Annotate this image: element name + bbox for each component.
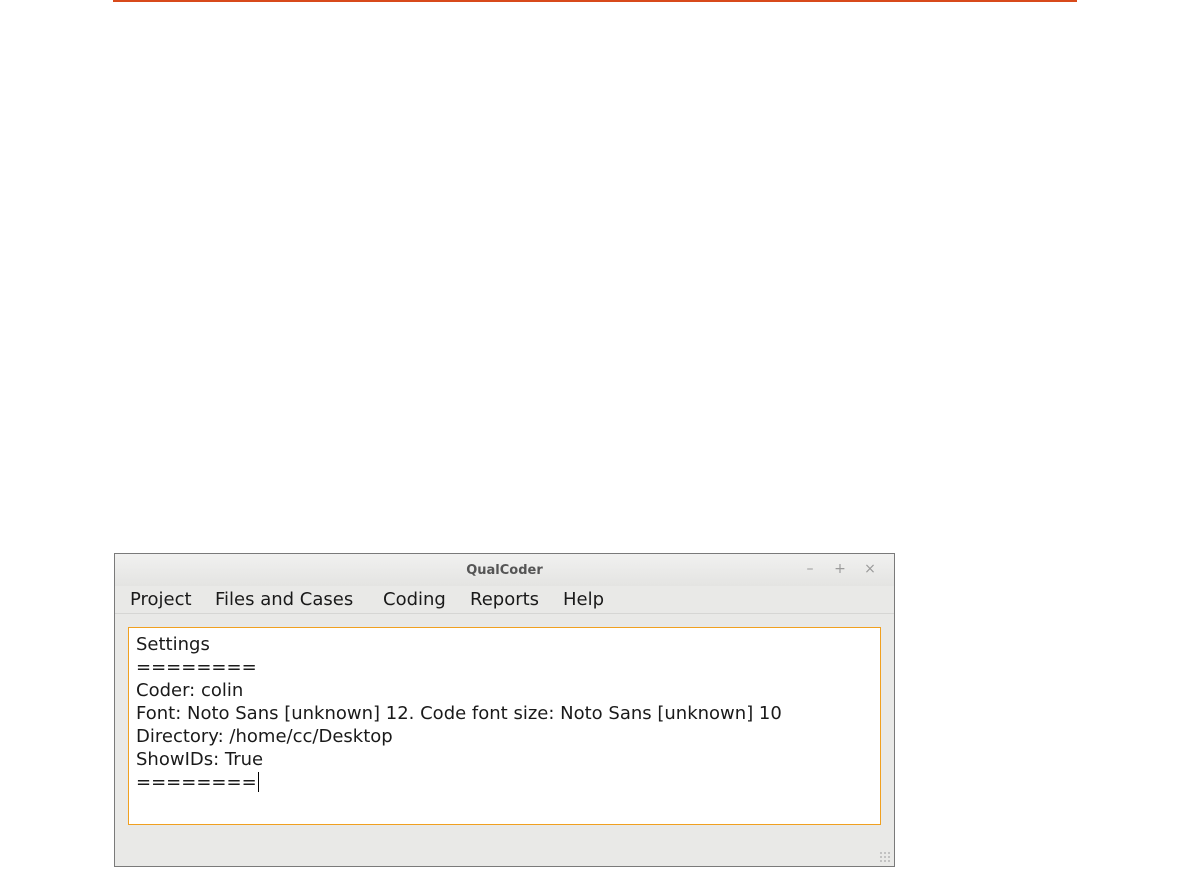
minimize-button[interactable]: – [803, 561, 817, 577]
text-caret [257, 772, 259, 792]
editor-line-directory: Directory: /home/cc/Desktop [136, 726, 393, 747]
qualcoder-window: QualCoder – + × Project Files and Cases … [114, 553, 895, 867]
editor-line-settings: Settings [136, 634, 210, 655]
resize-grip-icon[interactable] [879, 851, 891, 863]
menu-files-and-cases[interactable]: Files and Cases [215, 589, 353, 610]
editor-line-showids: ShowIDs: True [136, 749, 264, 770]
menu-coding[interactable]: Coding [383, 589, 446, 610]
editor-line-separator-end: ======== [136, 771, 259, 794]
title-bar[interactable]: QualCoder – + × [115, 554, 894, 586]
editor-line-separator-end-text: ======== [136, 772, 257, 793]
settings-text-editor[interactable]: Settings ======== Coder: colin Font: Not… [128, 627, 881, 825]
editor-line-separator: ======== [136, 657, 257, 678]
close-button[interactable]: × [863, 561, 877, 577]
menu-help[interactable]: Help [563, 589, 604, 610]
page-top-rule [113, 0, 1077, 2]
editor-line-coder: Coder: colin [136, 680, 244, 701]
maximize-button[interactable]: + [833, 561, 847, 577]
editor-line-font: Font: Noto Sans [unknown] 12. Code font … [136, 703, 782, 724]
window-title: QualCoder [466, 563, 543, 578]
menu-project[interactable]: Project [130, 589, 192, 610]
menu-bar: Project Files and Cases Coding Reports H… [115, 586, 894, 614]
menu-reports[interactable]: Reports [470, 589, 539, 610]
